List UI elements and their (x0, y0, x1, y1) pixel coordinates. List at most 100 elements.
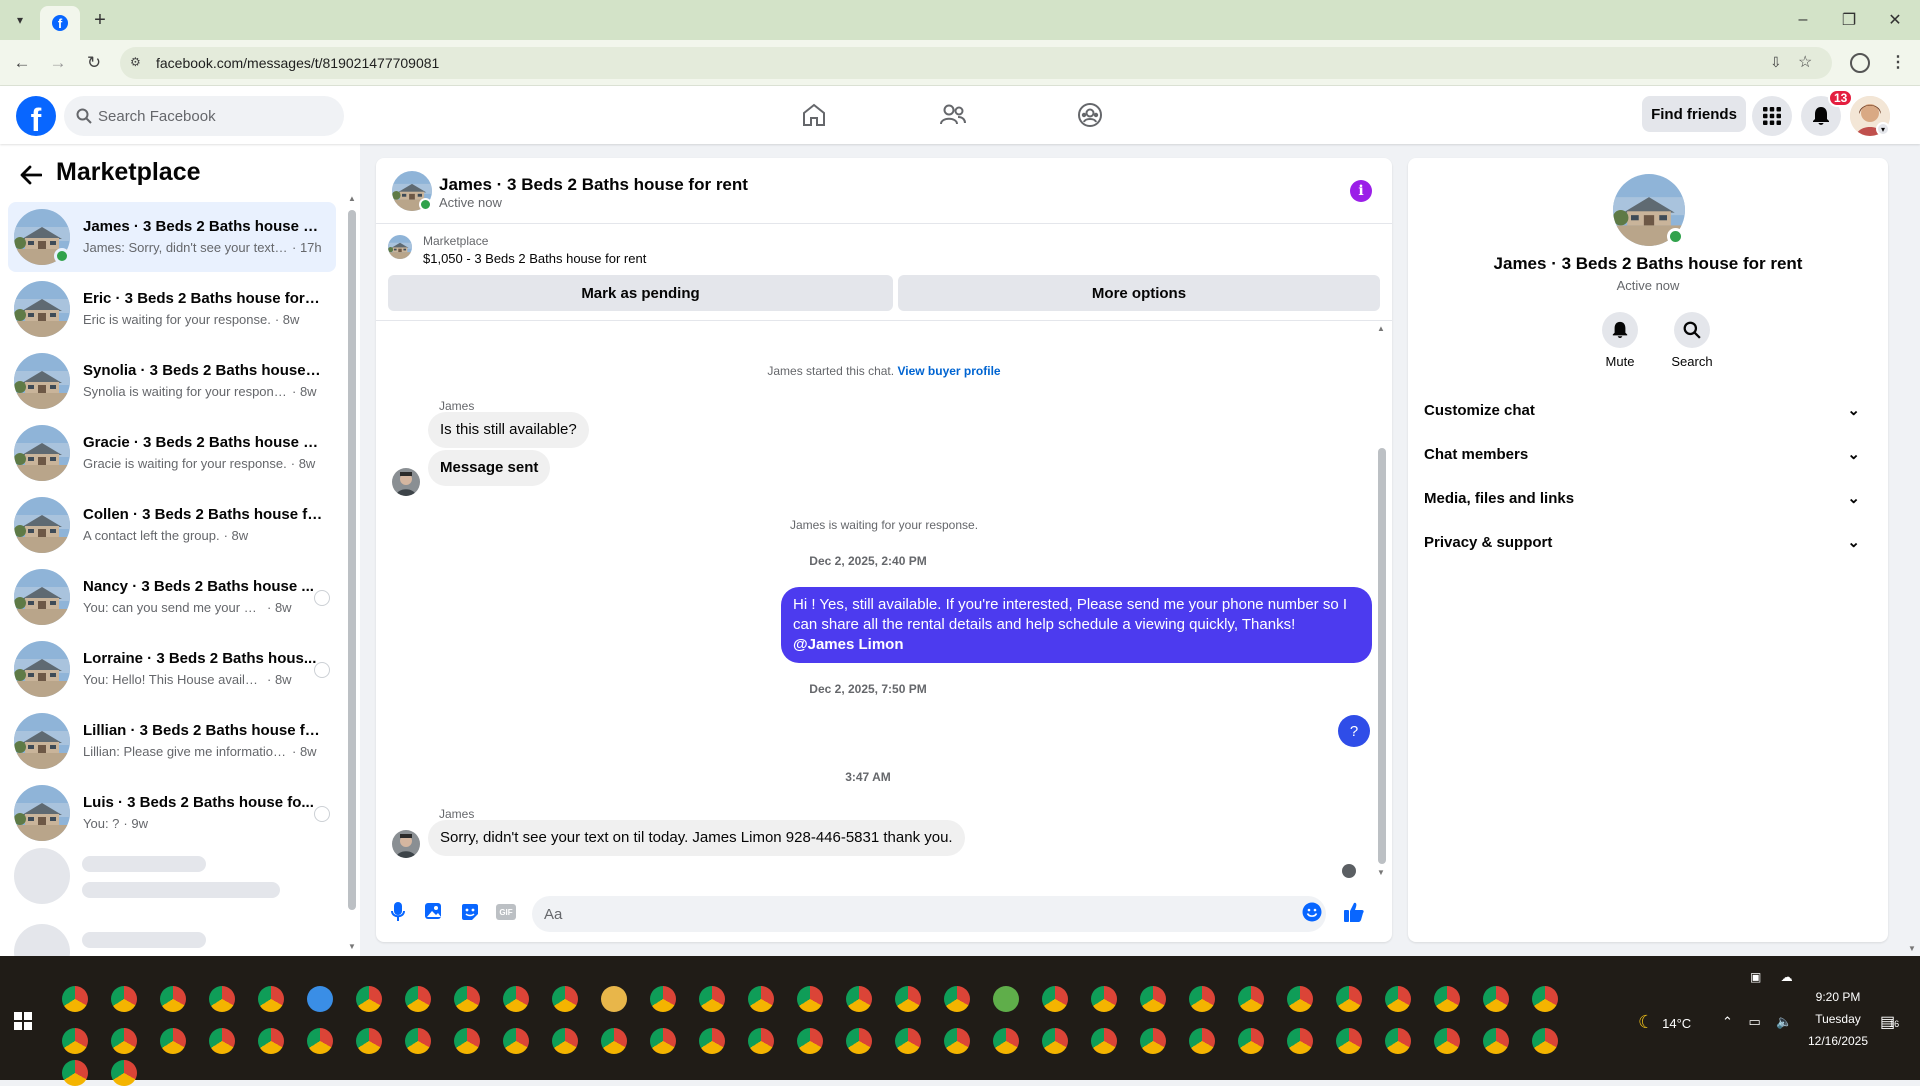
chrome-taskbar-icon[interactable] (160, 1028, 186, 1054)
chrome-taskbar-icon[interactable] (1189, 1028, 1215, 1054)
windows-start-icon[interactable] (14, 1012, 32, 1030)
chrome-taskbar-icon[interactable] (1434, 1028, 1460, 1054)
chrome-taskbar-icon[interactable] (846, 1028, 872, 1054)
conversation-item[interactable]: Lillian · 3 Beds 2 Baths house for... Lil… (8, 706, 336, 776)
chrome-taskbar-icon[interactable] (552, 1028, 578, 1054)
conversation-item[interactable]: Gracie · 3 Beds 2 Baths house fo... Graci… (8, 418, 336, 488)
message-input[interactable] (532, 896, 1326, 932)
chrome-taskbar-icon[interactable] (356, 986, 382, 1012)
thumbs-up-icon[interactable] (1340, 898, 1368, 926)
facebook-search[interactable] (64, 96, 344, 136)
chrome-taskbar-icon[interactable] (111, 1060, 137, 1086)
chrome-taskbar-icon[interactable] (1140, 986, 1166, 1012)
incoming-message[interactable]: Sorry, didn't see your text on til today… (428, 820, 965, 856)
chrome-taskbar-icon[interactable] (895, 986, 921, 1012)
chrome-taskbar-icon[interactable] (1336, 986, 1362, 1012)
chrome-taskbar-icon[interactable] (1189, 986, 1215, 1012)
bookmark-star-icon[interactable]: ☆ (1798, 52, 1812, 72)
friends-nav-icon[interactable] (933, 98, 973, 132)
app-taskbar-icon[interactable] (993, 986, 1019, 1012)
chrome-taskbar-icon[interactable] (944, 986, 970, 1012)
outgoing-message[interactable]: Hi ! Yes, still available. If you're int… (781, 587, 1372, 663)
chrome-taskbar-icon[interactable] (1385, 986, 1411, 1012)
incoming-message[interactable]: Is this still available? (428, 412, 589, 448)
chat-members-section[interactable]: Chat members ⌄ (1424, 434, 1874, 474)
sticker-icon[interactable] (456, 898, 484, 926)
sender-avatar[interactable] (392, 468, 420, 496)
listing-title[interactable]: $1,050 - 3 Beds 2 Baths house for rent (423, 251, 646, 266)
forward-button[interactable]: → (45, 50, 71, 76)
facebook-logo[interactable]: f (16, 96, 56, 138)
chrome-taskbar-icon[interactable] (797, 1028, 823, 1054)
chrome-taskbar-icon[interactable] (1091, 986, 1117, 1012)
tab-search-button[interactable]: ▾ (8, 8, 32, 32)
chrome-taskbar-icon[interactable] (1287, 1028, 1313, 1054)
home-nav-icon[interactable] (794, 98, 834, 132)
chrome-taskbar-icon[interactable] (160, 986, 186, 1012)
chrome-taskbar-icon[interactable] (1238, 986, 1264, 1012)
app-taskbar-icon[interactable] (307, 986, 333, 1012)
chrome-taskbar-icon[interactable] (699, 986, 725, 1012)
install-app-icon[interactable]: ⇩ (1770, 54, 1782, 71)
chrome-taskbar-icon[interactable] (62, 986, 88, 1012)
chrome-taskbar-icon[interactable] (258, 1028, 284, 1054)
browser-tab-facebook[interactable]: f (40, 6, 80, 40)
chrome-taskbar-icon[interactable] (356, 1028, 382, 1054)
page-scroll-down-arrow[interactable]: ▼ (1908, 944, 1916, 953)
chrome-taskbar-icon[interactable] (1483, 986, 1509, 1012)
tray-icons-top[interactable]: ▣ ☁ (1750, 970, 1801, 984)
search-action[interactable]: Search (1662, 312, 1722, 369)
customize-chat-section[interactable]: Customize chat ⌄ (1424, 390, 1874, 430)
chrome-taskbar-icon[interactable] (454, 1028, 480, 1054)
chrome-taskbar-icon[interactable] (1336, 1028, 1362, 1054)
info-icon[interactable]: i (1350, 180, 1372, 202)
chrome-taskbar-icon[interactable] (552, 986, 578, 1012)
search-input[interactable] (98, 96, 328, 136)
address-bar[interactable]: ⚙ facebook.com/messages/t/81902147770908… (120, 47, 1832, 79)
close-window-button[interactable]: ✕ (1872, 0, 1918, 40)
gif-icon[interactable]: GIF (492, 898, 520, 926)
sidebar-scrollbar[interactable] (348, 210, 356, 910)
photo-icon[interactable] (420, 898, 448, 926)
conversation-item[interactable]: Lorraine · 3 Beds 2 Baths hous... You: He… (8, 634, 336, 704)
sender-avatar[interactable] (392, 830, 420, 858)
site-info-icon[interactable]: ⚙ (130, 55, 146, 71)
chrome-taskbar-icon[interactable] (1140, 1028, 1166, 1054)
chrome-taskbar-icon[interactable] (405, 986, 431, 1012)
conversation-item[interactable]: Nancy · 3 Beds 2 Baths house ... You: can… (8, 562, 336, 632)
outgoing-message[interactable]: ? (1338, 715, 1370, 747)
conversation-item[interactable]: James · 3 Beds 2 Baths house fo... James:… (8, 202, 336, 272)
media-files-links-section[interactable]: Media, files and links ⌄ (1424, 478, 1874, 518)
chrome-taskbar-icon[interactable] (748, 1028, 774, 1054)
chat-scrollbar[interactable] (1378, 448, 1386, 864)
chrome-taskbar-icon[interactable] (1287, 986, 1313, 1012)
chrome-taskbar-icon[interactable] (1483, 1028, 1509, 1054)
weather-temp[interactable]: ☾ 14°C (1638, 1012, 1691, 1033)
back-arrow-icon[interactable] (16, 160, 46, 190)
scroll-up-arrow[interactable]: ▲ (348, 194, 356, 203)
chrome-taskbar-icon[interactable] (62, 1028, 88, 1054)
chrome-taskbar-icon[interactable] (1042, 986, 1068, 1012)
chrome-taskbar-icon[interactable] (895, 1028, 921, 1054)
chrome-taskbar-icon[interactable] (1532, 1028, 1558, 1054)
scroll-down-arrow[interactable]: ▼ (348, 942, 356, 951)
restore-button[interactable]: ❐ (1826, 0, 1872, 40)
browser-menu-icon[interactable]: ⋮ (1890, 52, 1906, 72)
microphone-icon[interactable] (384, 898, 412, 926)
chrome-taskbar-icon[interactable] (650, 986, 676, 1012)
chrome-taskbar-icon[interactable] (503, 1028, 529, 1054)
chrome-taskbar-icon[interactable] (258, 986, 284, 1012)
mention-tag[interactable]: @James Limon (793, 636, 904, 653)
chrome-taskbar-icon[interactable] (1532, 986, 1558, 1012)
chat-title[interactable]: James · 3 Beds 2 Baths house for rent (439, 175, 748, 195)
profile-icon[interactable] (1850, 53, 1870, 73)
chrome-taskbar-icon[interactable] (503, 986, 529, 1012)
account-chevron-icon[interactable]: ▾ (1876, 122, 1890, 136)
chrome-taskbar-icon[interactable] (209, 986, 235, 1012)
chrome-taskbar-icon[interactable] (699, 1028, 725, 1054)
menu-grid-button[interactable] (1752, 96, 1792, 136)
conversation-item[interactable]: Collen · 3 Beds 2 Baths house fo... A con… (8, 490, 336, 560)
conversation-item[interactable]: Luis · 3 Beds 2 Baths house fo... You: ? ·… (8, 778, 336, 848)
chrome-taskbar-icon[interactable] (944, 1028, 970, 1054)
view-buyer-profile-link[interactable]: View buyer profile (897, 364, 1000, 378)
